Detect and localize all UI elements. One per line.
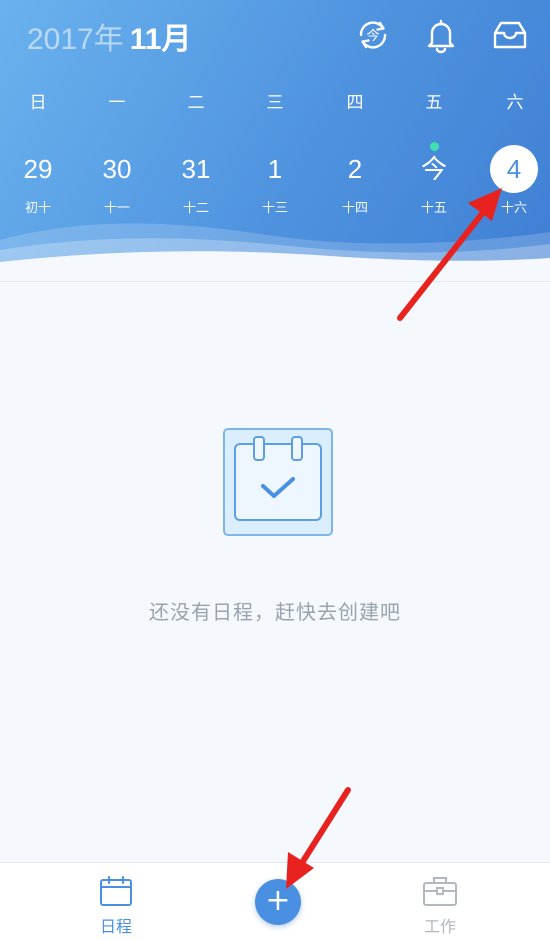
inbox-icon[interactable]: [489, 14, 531, 56]
weekday-mon: 一: [108, 93, 126, 113]
month-label: 11月: [129, 23, 192, 56]
tab-schedule-label: 日程: [99, 917, 132, 936]
tab-schedule[interactable]: 日程: [76, 875, 156, 937]
header-wave-decoration: [0, 223, 550, 282]
date-number: 30: [102, 154, 132, 184]
date-cell-selected[interactable]: 4 十六: [484, 145, 544, 216]
weekday-row: 日 一 二 三 四 五 六: [0, 88, 550, 114]
date-number: 今: [420, 154, 447, 184]
tab-work[interactable]: 工作: [400, 875, 480, 937]
add-schedule-button[interactable]: +: [255, 879, 301, 925]
year-label: 2017年: [27, 23, 124, 56]
weekday-wed: 三: [266, 93, 284, 113]
weekday-sat: 六: [506, 93, 524, 113]
bell-icon[interactable]: [420, 14, 462, 56]
date-cell[interactable]: 2 十四: [325, 145, 385, 216]
header-divider: [0, 281, 550, 282]
empty-state-message: 还没有日程，赶快去创建吧: [149, 600, 401, 624]
calendar-header: 2017年 11月 今 日 一 二 三 四 五 六 29 初十 30 十一 31…: [0, 0, 550, 282]
calendar-icon: [99, 876, 133, 911]
weekday-fri: 五: [425, 93, 443, 113]
today-dot-indicator: [430, 142, 439, 151]
date-cell[interactable]: 30 十一: [87, 145, 147, 216]
weekday-sun: 日: [29, 93, 47, 113]
date-cell[interactable]: 31 十二: [166, 145, 226, 216]
tab-work-label: 工作: [423, 917, 456, 936]
date-number: 2: [347, 154, 363, 184]
week-dates-row: 29 初十 30 十一 31 十二 1 十三 2 十四 今 十五 4 十六: [0, 142, 550, 220]
today-cycle-icon[interactable]: 今: [352, 14, 394, 56]
weekday-tue: 二: [187, 93, 205, 113]
calendar-check-icon: [223, 428, 333, 536]
date-cell-today[interactable]: 今 十五: [404, 142, 464, 216]
weekday-thu: 四: [346, 93, 364, 113]
briefcase-icon: [422, 877, 458, 911]
month-title[interactable]: 2017年 11月: [27, 14, 191, 58]
date-cell[interactable]: 1 十三: [245, 145, 305, 216]
svg-text:今: 今: [366, 28, 379, 44]
date-cell[interactable]: 29 初十: [8, 145, 68, 216]
date-number: 1: [267, 154, 283, 184]
date-number: 31: [181, 154, 211, 184]
date-number: 4: [490, 145, 538, 193]
date-number: 29: [23, 154, 53, 184]
